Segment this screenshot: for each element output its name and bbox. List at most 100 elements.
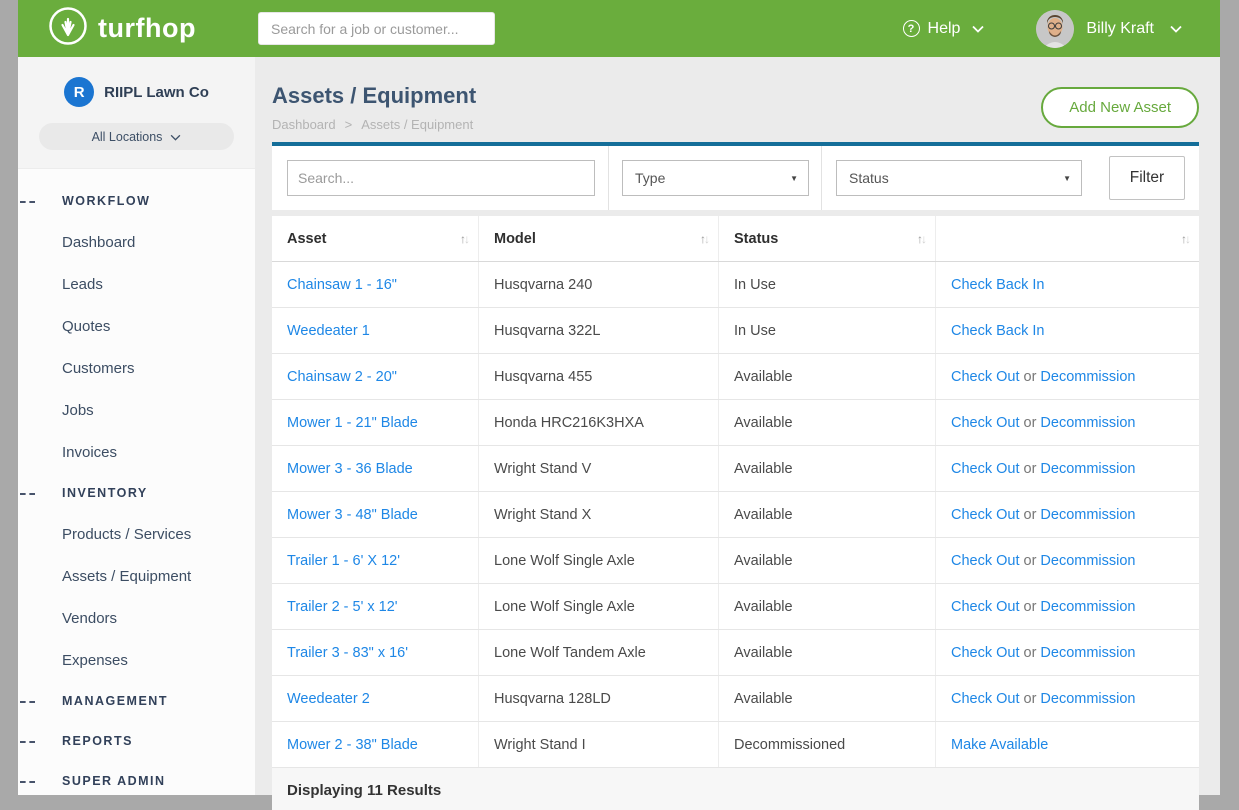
user-menu[interactable]: Billy Kraft bbox=[1036, 10, 1182, 48]
action-link-make-available[interactable]: Make Available bbox=[951, 737, 1048, 753]
page-header: Assets / Equipment Dashboard > Assets / … bbox=[272, 57, 1199, 142]
breadcrumb-separator: > bbox=[345, 117, 353, 132]
action-separator: or bbox=[1020, 369, 1041, 385]
asset-search-input[interactable] bbox=[287, 160, 595, 196]
company-row[interactable]: R RIIPL Lawn Co bbox=[18, 77, 255, 107]
help-menu[interactable]: ? Help bbox=[903, 20, 985, 38]
sidebar-section-reports[interactable]: REPORTS bbox=[18, 721, 255, 761]
sidebar-section-super-admin[interactable]: SUPER ADMIN bbox=[18, 761, 255, 801]
section-dashes-icon bbox=[20, 741, 35, 743]
column-header-status[interactable]: Status↑↓ bbox=[718, 216, 935, 261]
asset-link[interactable]: Mower 3 - 48" Blade bbox=[287, 507, 418, 523]
asset-cell: Chainsaw 2 - 20" bbox=[272, 354, 478, 399]
sidebar-section-inventory[interactable]: INVENTORY bbox=[18, 473, 255, 513]
section-dashes-icon bbox=[20, 201, 35, 203]
table-row: Mower 1 - 21" BladeHonda HRC216K3HXAAvai… bbox=[272, 400, 1199, 446]
asset-link[interactable]: Trailer 3 - 83" x 16' bbox=[287, 645, 408, 661]
filter-button[interactable]: Filter bbox=[1109, 156, 1185, 200]
column-header-asset[interactable]: Asset↑↓ bbox=[272, 216, 478, 261]
status-cell: Available bbox=[718, 354, 935, 399]
actions-cell: Check OutorDecommission bbox=[935, 538, 1199, 583]
action-separator: or bbox=[1020, 553, 1041, 569]
action-link-check-back-in[interactable]: Check Back In bbox=[951, 323, 1045, 339]
sidebar-item-products-services[interactable]: Products / Services bbox=[18, 513, 255, 555]
status-cell: Available bbox=[718, 538, 935, 583]
asset-link[interactable]: Mower 2 - 38" Blade bbox=[287, 737, 418, 753]
asset-link[interactable]: Weedeater 2 bbox=[287, 691, 370, 707]
section-label: WORKFLOW bbox=[62, 194, 150, 208]
model-cell: Lone Wolf Single Axle bbox=[478, 584, 718, 629]
sort-icon[interactable]: ↑↓ bbox=[1181, 232, 1189, 246]
actions-cell: Make Available bbox=[935, 722, 1199, 767]
add-new-asset-button[interactable]: Add New Asset bbox=[1041, 87, 1199, 128]
dropdown-caret-icon: ▼ bbox=[1063, 174, 1071, 183]
type-dropdown[interactable]: Type ▼ bbox=[622, 160, 809, 196]
action-link-decommission[interactable]: Decommission bbox=[1040, 599, 1135, 615]
actions-cell: Check OutorDecommission bbox=[935, 584, 1199, 629]
sidebar-item-customers[interactable]: Customers bbox=[18, 347, 255, 389]
column-header-actions[interactable]: ↑↓ bbox=[935, 216, 1199, 261]
model-cell: Husqvarna 128LD bbox=[478, 676, 718, 721]
action-link-check-out[interactable]: Check Out bbox=[951, 507, 1020, 523]
actions-cell: Check OutorDecommission bbox=[935, 630, 1199, 675]
action-link-check-out[interactable]: Check Out bbox=[951, 599, 1020, 615]
model-cell: Lone Wolf Single Axle bbox=[478, 538, 718, 583]
company-logo-badge: R bbox=[64, 77, 94, 107]
sidebar-item-quotes[interactable]: Quotes bbox=[18, 305, 255, 347]
section-label: REPORTS bbox=[62, 734, 133, 748]
action-link-decommission[interactable]: Decommission bbox=[1040, 369, 1135, 385]
asset-link[interactable]: Trailer 1 - 6' X 12' bbox=[287, 553, 400, 569]
breadcrumb-dashboard-link[interactable]: Dashboard bbox=[272, 117, 336, 132]
sidebar-item-vendors[interactable]: Vendors bbox=[18, 597, 255, 639]
turfhop-logo[interactable]: turfhop bbox=[48, 6, 196, 51]
sidebar-item-invoices[interactable]: Invoices bbox=[18, 431, 255, 473]
sort-icon[interactable]: ↑↓ bbox=[700, 232, 708, 246]
asset-link[interactable]: Chainsaw 2 - 20" bbox=[287, 369, 397, 385]
action-link-decommission[interactable]: Decommission bbox=[1040, 461, 1135, 477]
action-link-check-out[interactable]: Check Out bbox=[951, 415, 1020, 431]
action-link-check-out[interactable]: Check Out bbox=[951, 369, 1020, 385]
action-link-decommission[interactable]: Decommission bbox=[1040, 553, 1135, 569]
action-link-decommission[interactable]: Decommission bbox=[1040, 507, 1135, 523]
filter-search-section bbox=[272, 146, 608, 210]
asset-cell: Trailer 3 - 83" x 16' bbox=[272, 630, 478, 675]
asset-link[interactable]: Trailer 2 - 5' x 12' bbox=[287, 599, 398, 615]
location-selector[interactable]: All Locations bbox=[39, 123, 234, 150]
sidebar-section-workflow[interactable]: WORKFLOW bbox=[18, 181, 255, 221]
sidebar-item-jobs[interactable]: Jobs bbox=[18, 389, 255, 431]
asset-link[interactable]: Mower 1 - 21" Blade bbox=[287, 415, 418, 431]
sidebar-item-dashboard[interactable]: Dashboard bbox=[18, 221, 255, 263]
sidebar-item-assets-equipment[interactable]: Assets / Equipment bbox=[18, 555, 255, 597]
column-label: Model bbox=[494, 231, 536, 247]
model-cell: Husqvarna 240 bbox=[478, 262, 718, 307]
sort-icon[interactable]: ↑↓ bbox=[917, 232, 925, 246]
breadcrumb: Dashboard > Assets / Equipment bbox=[272, 117, 476, 132]
action-link-check-out[interactable]: Check Out bbox=[951, 691, 1020, 707]
status-dropdown[interactable]: Status ▼ bbox=[836, 160, 1082, 196]
avatar bbox=[1036, 10, 1074, 48]
action-link-check-out[interactable]: Check Out bbox=[951, 645, 1020, 661]
column-header-model[interactable]: Model ↑↓ bbox=[478, 216, 718, 261]
action-separator: or bbox=[1020, 645, 1041, 661]
action-link-check-back-in[interactable]: Check Back In bbox=[951, 277, 1045, 293]
asset-link[interactable]: Weedeater 1 bbox=[287, 323, 370, 339]
asset-cell: Chainsaw 1 - 16" bbox=[272, 262, 478, 307]
asset-link[interactable]: Chainsaw 1 - 16" bbox=[287, 277, 397, 293]
sidebar-item-expenses[interactable]: Expenses bbox=[18, 639, 255, 681]
action-link-decommission[interactable]: Decommission bbox=[1040, 691, 1135, 707]
sort-icon[interactable]: ↑↓ bbox=[460, 232, 468, 246]
table-row: Trailer 2 - 5' x 12' Lone Wolf Single Axl… bbox=[272, 584, 1199, 630]
action-link-decommission[interactable]: Decommission bbox=[1040, 415, 1135, 431]
status-cell: Available bbox=[718, 492, 935, 537]
asset-link[interactable]: Mower 3 - 36 Blade bbox=[287, 461, 413, 477]
section-dashes-icon bbox=[20, 493, 35, 495]
sidebar-section-management[interactable]: MANAGEMENT bbox=[18, 681, 255, 721]
global-search-input[interactable] bbox=[258, 12, 495, 45]
action-link-check-out[interactable]: Check Out bbox=[951, 461, 1020, 477]
table-row: Chainsaw 2 - 20"Husqvarna 455AvailableCh… bbox=[272, 354, 1199, 400]
action-link-check-out[interactable]: Check Out bbox=[951, 553, 1020, 569]
action-separator: or bbox=[1020, 461, 1041, 477]
dropdown-caret-icon: ▼ bbox=[790, 174, 798, 183]
sidebar-item-leads[interactable]: Leads bbox=[18, 263, 255, 305]
action-link-decommission[interactable]: Decommission bbox=[1040, 645, 1135, 661]
